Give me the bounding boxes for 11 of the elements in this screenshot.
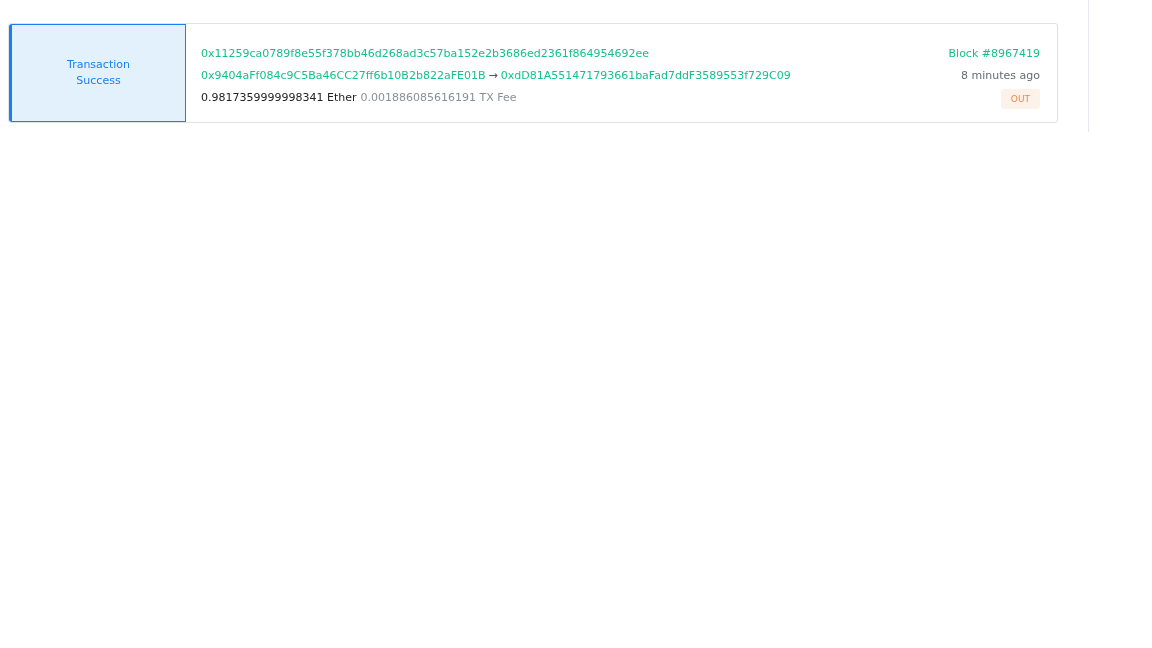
amount-text: 0.9817359999998341 Ether (201, 90, 357, 106)
transaction-hash-link[interactable]: 0x11259ca0789f8e55f378bb46d268ad3c57ba152e2b3686ed2361f864954692ee (201, 43, 791, 65)
fee-text: 0.001886085616191 TX Fee (360, 90, 517, 106)
status-text: Transaction (67, 57, 130, 73)
from-address-link[interactable]: 0x9404aFf084c9C5Ba46CC27ff6b10B2b822aFE01B (201, 65, 486, 87)
block-link[interactable]: Block #8967419 (948, 43, 1040, 65)
age-text: 8 minutes ago (961, 68, 1040, 84)
to-address-link[interactable]: 0xdD81A551471793661baFad7ddF3589553f729C09 (500, 65, 791, 87)
status-text: Success (76, 73, 121, 89)
direction-badge: OUT (1000, 89, 1040, 109)
arrow-text: → (488, 68, 498, 84)
